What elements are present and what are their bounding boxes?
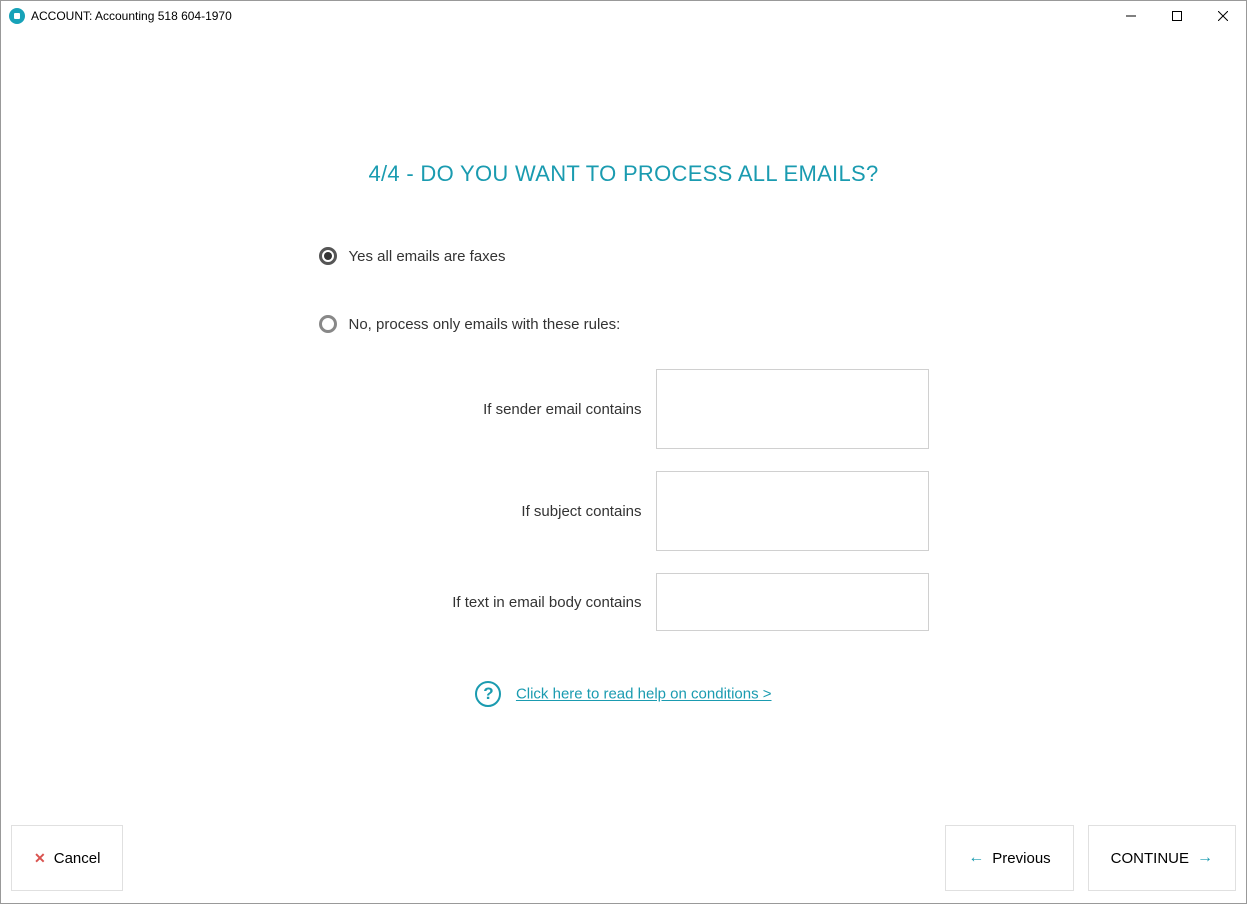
sender-input[interactable] (656, 369, 929, 449)
radio-no-rules[interactable]: No, process only emails with these rules… (319, 315, 929, 333)
form-area: Yes all emails are faxes No, process onl… (319, 247, 929, 707)
help-link[interactable]: Click here to read help on conditions > (516, 686, 772, 703)
rule-sender-label: If sender email contains (483, 401, 641, 418)
minimize-button[interactable] (1108, 1, 1154, 31)
radio-icon-checked (319, 247, 337, 265)
continue-button[interactable]: CONTINUE → (1088, 825, 1236, 891)
help-icon: ? (475, 681, 501, 707)
window-controls (1108, 1, 1246, 31)
app-icon (9, 8, 25, 24)
cancel-button[interactable]: ✕ Cancel (11, 825, 123, 891)
content: 4/4 - DO YOU WANT TO PROCESS ALL EMAILS?… (1, 31, 1246, 903)
page-heading: 4/4 - DO YOU WANT TO PROCESS ALL EMAILS? (1, 161, 1246, 187)
rule-body-label: If text in email body contains (452, 594, 641, 611)
close-button[interactable] (1200, 1, 1246, 31)
rule-sender-row: If sender email contains (319, 369, 929, 449)
radio-yes-all[interactable]: Yes all emails are faxes (319, 247, 929, 265)
window-title: ACCOUNT: Accounting 518 604-1970 (31, 9, 1108, 23)
rule-body-row: If text in email body contains (319, 573, 929, 631)
subject-input[interactable] (656, 471, 929, 551)
right-buttons: ← Previous CONTINUE → (945, 825, 1236, 891)
continue-label: CONTINUE (1111, 850, 1189, 867)
help-row: ? Click here to read help on conditions … (319, 681, 929, 707)
cancel-icon: ✕ (34, 850, 46, 867)
previous-button[interactable]: ← Previous (945, 825, 1073, 891)
arrow-right-icon: → (1197, 849, 1213, 867)
cancel-label: Cancel (54, 850, 101, 867)
previous-label: Previous (992, 850, 1050, 867)
arrow-left-icon: ← (968, 849, 984, 867)
radio-icon-unchecked (319, 315, 337, 333)
radio-no-label: No, process only emails with these rules… (349, 316, 621, 333)
radio-yes-label: Yes all emails are faxes (349, 248, 506, 265)
body-input[interactable] (656, 573, 929, 631)
maximize-button[interactable] (1154, 1, 1200, 31)
rule-subject-row: If subject contains (319, 471, 929, 551)
rule-subject-label: If subject contains (521, 503, 641, 520)
titlebar: ACCOUNT: Accounting 518 604-1970 (1, 1, 1246, 31)
footer: ✕ Cancel ← Previous CONTINUE → (11, 825, 1236, 891)
